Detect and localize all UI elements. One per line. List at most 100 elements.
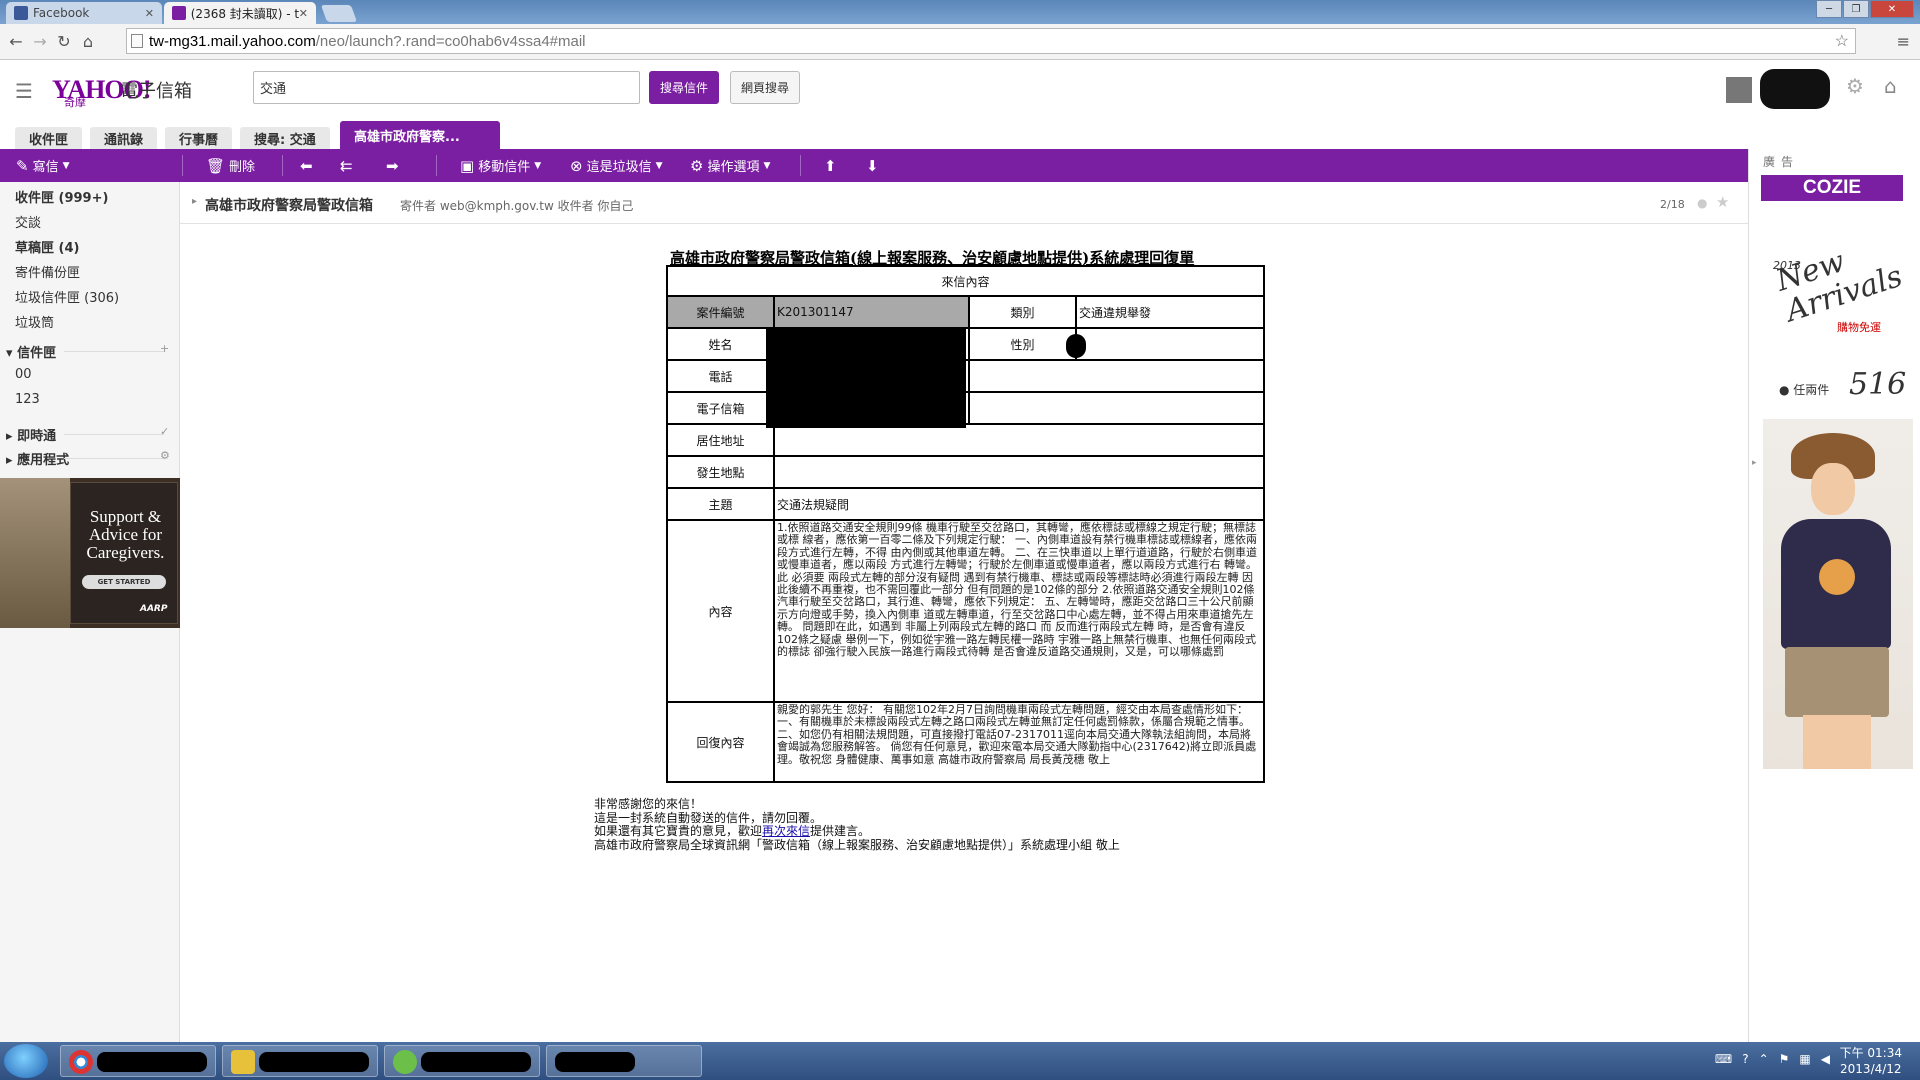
chevron-down-icon: ▼ — [655, 160, 663, 171]
spam-button[interactable]: ⊗ 這是垃圾信 ▼ — [570, 149, 663, 182]
sidebar-section-messenger[interactable]: ▸ 即時通 — [6, 425, 56, 444]
location-value — [773, 455, 1265, 489]
maximize-button[interactable]: ❐ — [1843, 0, 1869, 18]
email-label: 電子信箱 — [666, 391, 775, 425]
search-input[interactable]: 交通 — [253, 71, 640, 104]
address-value — [773, 423, 1265, 457]
back-arrow-icon[interactable]: ← — [4, 32, 28, 51]
reply-all-button[interactable]: ⇇ — [340, 149, 353, 182]
tray-expand-icon[interactable]: ⌃ — [1759, 1052, 1769, 1066]
clock[interactable]: 下午 01:34 2013/4/12 — [1840, 1045, 1902, 1077]
new-tab-button[interactable] — [320, 5, 358, 22]
sidebar-item-spam[interactable]: 垃圾信件匣 (306) — [15, 287, 119, 306]
collapse-arrow-icon[interactable]: ▸ — [1752, 458, 1757, 468]
move-button[interactable]: ▣ 移動信件 ▼ — [460, 149, 541, 182]
content-cell: 1.依照道路交通安全規則99條 機車行駛至交岔路口，其轉彎，應依標誌或標線之規定… — [773, 519, 1265, 703]
message-header: ▸ 高雄市政府警察局警政信箱 寄件者 web@kmph.gov.tw 收件者 你… — [180, 182, 1748, 224]
start-button[interactable] — [4, 1044, 48, 1078]
add-folder-icon[interactable]: + — [160, 342, 169, 355]
bookmark-star-icon[interactable]: ☆ — [1835, 31, 1849, 51]
tab-inbox[interactable]: 收件匣 — [15, 127, 83, 149]
taskbar-window[interactable] — [384, 1045, 540, 1077]
reply-icon: ⬅ — [300, 156, 313, 175]
ad-free-shipping: 購物免運 — [1837, 321, 1881, 334]
app-icon — [393, 1050, 417, 1074]
tab-search-results[interactable]: 搜尋: 交通 — [240, 127, 330, 149]
redacted-window-title — [259, 1052, 369, 1072]
keyboard-icon[interactable]: ⌨ — [1715, 1052, 1732, 1066]
compose-button[interactable]: ✎ 寫信 ▼ — [16, 149, 70, 182]
window-controls: ─ ❐ ✕ — [1816, 0, 1914, 18]
window-close-button[interactable]: ✕ — [1870, 0, 1914, 18]
write-again-link[interactable]: 再次來信 — [762, 824, 810, 838]
phone-label: 電話 — [666, 359, 775, 393]
avatar[interactable] — [1726, 77, 1752, 103]
form-header-row: 來信內容 — [666, 265, 1265, 297]
sidebar-item-conversations[interactable]: 交談 — [15, 212, 41, 231]
minimize-button[interactable]: ─ — [1816, 0, 1842, 18]
spam-label: 這是垃圾信 — [586, 160, 652, 175]
browser-toolbar: ← → ↻ ⌂ tw-mg31.mail.yahoo.com/neo/launc… — [0, 24, 1920, 60]
forward-button[interactable]: ➡ — [386, 149, 399, 182]
message-position: 2/18 — [1660, 198, 1685, 211]
search-mail-button[interactable]: 搜尋信件 — [649, 71, 719, 104]
gear-icon[interactable]: ⚙ — [160, 449, 170, 462]
taskbar-window[interactable] — [546, 1045, 702, 1077]
next-message-button[interactable]: ⬇ — [866, 149, 879, 182]
ad-cta-button[interactable]: GET STARTED — [82, 575, 166, 589]
tab-open-message[interactable]: 高雄市政府警察... — [340, 121, 500, 149]
close-icon[interactable]: ✕ — [299, 7, 308, 20]
ad-brand-bar[interactable]: COZIE — [1761, 175, 1903, 201]
home-icon[interactable]: ⌂ — [76, 32, 100, 51]
tab-calendar[interactable]: 行事曆 — [165, 127, 233, 149]
sidebar-section-apps[interactable]: ▸ 應用程式 — [6, 449, 69, 468]
browser-tab-yahoo-mail[interactable]: (2368 封未讀取) - turtao ✕ — [164, 2, 316, 24]
network-icon[interactable]: ▦ — [1799, 1052, 1810, 1066]
help-icon[interactable]: ? — [1742, 1052, 1748, 1066]
search-web-button[interactable]: 網頁搜尋 — [730, 71, 800, 104]
sidebar-folder[interactable]: 123 — [15, 392, 40, 407]
empty-cell — [968, 359, 1265, 393]
sidebar-item-drafts[interactable]: 草稿匣 (4) — [15, 237, 79, 256]
close-icon[interactable]: ✕ — [145, 7, 154, 20]
sidebar-item-trash[interactable]: 垃圾筒 — [15, 312, 54, 331]
page-icon — [131, 34, 143, 48]
left-ad[interactable]: Support & Advice for Caregivers. GET STA… — [0, 478, 180, 628]
sidebar-section-label: 應用程式 — [17, 453, 70, 468]
menu-icon[interactable]: ≡ — [1897, 32, 1910, 51]
taskbar-chrome[interactable] — [60, 1045, 216, 1077]
presence-icon[interactable]: ✓ — [160, 425, 169, 438]
address-bar[interactable]: tw-mg31.mail.yahoo.com/neo/launch?.rand=… — [126, 28, 1856, 54]
system-tray: ⌨ ? ⌃ ⚑ ▦ ◀ — [1715, 1052, 1830, 1066]
subject-label: 主題 — [666, 487, 775, 521]
redacted-window-title — [555, 1052, 635, 1072]
tab-contacts[interactable]: 通訊錄 — [90, 127, 158, 149]
flag-icon[interactable]: ⚑ — [1779, 1052, 1790, 1066]
reply-button[interactable]: ⬅ — [300, 149, 313, 182]
volume-icon[interactable]: ◀ — [1821, 1052, 1830, 1066]
sidebar-item-sent[interactable]: 寄件備份匣 — [15, 262, 80, 281]
expand-triangle-icon[interactable]: ▸ — [192, 196, 197, 207]
previous-message-button[interactable]: ⬆ — [824, 149, 837, 182]
unread-dot-icon[interactable]: ● — [1697, 196, 1707, 210]
taskbar-window[interactable] — [222, 1045, 378, 1077]
home-icon[interactable]: ⌂ — [1884, 74, 1897, 98]
redacted-username — [1760, 69, 1830, 109]
sidebar-item-inbox[interactable]: 收件匣 (999+) — [15, 187, 108, 206]
delete-button[interactable]: 🗑 刪除 — [206, 149, 255, 182]
folder-icon: ▣ — [460, 156, 475, 175]
gender-label: 性別 — [968, 327, 1077, 361]
gear-icon[interactable]: ⚙ — [1846, 74, 1864, 98]
case-no-value: K201301147 — [773, 295, 970, 329]
forward-arrow-icon[interactable]: → — [28, 32, 52, 51]
reload-icon[interactable]: ↻ — [52, 32, 76, 51]
options-button[interactable]: ⚙ 操作選項 ▼ — [690, 149, 770, 182]
ad-text: Support & Advice for Caregivers. — [86, 507, 165, 562]
ad-model-photo[interactable] — [1763, 419, 1913, 769]
browser-tab-facebook[interactable]: Facebook ✕ — [6, 2, 162, 24]
star-icon[interactable]: ★ — [1716, 193, 1729, 211]
location-label: 發生地點 — [666, 455, 775, 489]
sidebar-folder[interactable]: 00 — [15, 367, 32, 382]
hamburger-menu-icon[interactable]: ☰ — [15, 79, 33, 103]
sidebar-section-folders[interactable]: ▾ 信件匣 — [6, 342, 56, 361]
